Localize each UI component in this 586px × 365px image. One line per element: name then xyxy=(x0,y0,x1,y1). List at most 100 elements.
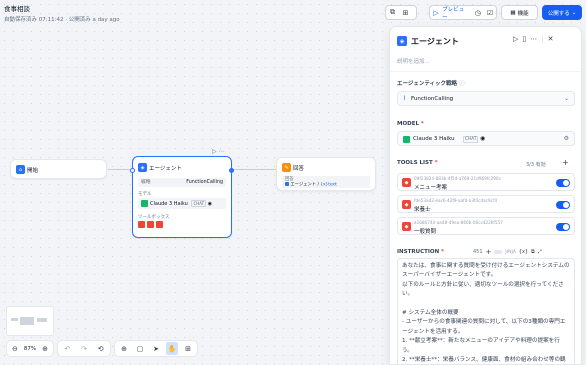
pointer-icon[interactable]: ➤ xyxy=(150,342,162,355)
redo-icon[interactable]: ↷ xyxy=(78,342,91,355)
note-icon[interactable]: ▢ xyxy=(134,342,146,355)
tool-name: 栄養士 xyxy=(414,207,431,213)
conversation-variables-icon[interactable]: ⊞ xyxy=(399,6,412,19)
answer-icon: ✎ xyxy=(282,163,291,172)
grid-icon: ▦ xyxy=(510,9,516,16)
minimap[interactable] xyxy=(6,306,54,336)
tool-icon xyxy=(147,221,154,228)
add-node-icon[interactable]: ⊕ xyxy=(118,342,130,355)
tool-icon xyxy=(156,221,163,228)
instruction-tools: 451 + JINJA {x} ⧉ ⤢ xyxy=(473,248,542,256)
checklist-icon[interactable]: ☑ xyxy=(484,6,496,19)
agent-strategy-row: 戦略 FunctionCalling xyxy=(138,178,226,187)
panel-actions: ▷ ▯ ⋯ | ✕ xyxy=(513,35,553,43)
preview-button[interactable]: プレビュー xyxy=(442,5,468,21)
tool-id: fde53ad2-eac6-42f9-aafd-a3f4cdac9cf4 xyxy=(414,198,498,203)
tool-name: メニュー考案 xyxy=(414,185,448,191)
model-label: MODEL xyxy=(397,121,419,127)
env-toolbar: ⧉ ⊞ xyxy=(385,5,417,20)
agent-icon: ◈ xyxy=(397,36,407,46)
start-node[interactable]: ⌂ 開始 xyxy=(10,159,107,179)
tool-id: a1686744-aa48-49ea-866b-06cc4226f557 xyxy=(414,220,503,225)
output-handle[interactable] xyxy=(229,168,234,173)
answer-reply: 回答 エージェント / {x}text xyxy=(282,176,370,188)
add-tool-icon[interactable]: + xyxy=(562,158,569,167)
history-icon[interactable]: ⟲ xyxy=(94,342,107,355)
tool-item[interactable]: ◆ a1686744-aa48-49ea-866b-06cc4226f557 一… xyxy=(397,217,575,235)
tool-id: 09f23824-883b-4f5d-a769-21d969fc290c xyxy=(414,176,501,181)
zoom-out-icon[interactable]: ⊖ xyxy=(10,342,20,355)
tool-toggle[interactable] xyxy=(556,201,570,209)
char-count: 451 xyxy=(473,249,483,255)
tool-icon: ◆ xyxy=(402,178,411,187)
app-header: 食事相談 自動保存済み 07:11:42 · 公開済み a day ago xyxy=(4,3,120,23)
play-icon[interactable]: ▷ xyxy=(430,6,442,19)
strategy-value: FunctionCalling xyxy=(411,96,454,102)
expand-icon[interactable]: ⤢ xyxy=(538,249,542,255)
tool-icon xyxy=(138,221,145,228)
copy-icon[interactable]: ⧉ xyxy=(531,249,535,255)
tool-item[interactable]: ◆ 09f23824-883b-4f5d-a769-21d969fc290c メ… xyxy=(397,173,575,191)
tool-name: 一般質問 xyxy=(414,229,437,235)
hand-icon[interactable]: ✋ xyxy=(166,342,178,355)
jinja-toggle[interactable] xyxy=(494,250,503,254)
features-button[interactable]: ▦ 機能 xyxy=(501,5,538,20)
tools-count: 3/3 有効 xyxy=(526,162,546,168)
home-icon: ⌂ xyxy=(16,165,25,174)
layout-icon[interactable]: ⊞ xyxy=(182,342,194,355)
panel-title[interactable]: エージェント xyxy=(411,36,459,47)
model-name: Claude 3 Haiku xyxy=(150,201,188,207)
more-icon[interactable]: ⋯ xyxy=(219,148,227,155)
zoom-in-icon[interactable]: ⊕ xyxy=(40,342,50,355)
answer-node-title: 回答 xyxy=(293,165,305,172)
agent-icon: ◈ xyxy=(138,163,147,172)
tool-toggle[interactable] xyxy=(556,223,570,231)
toolbox-label: ツールボックス xyxy=(138,215,170,220)
publish-button[interactable]: 公開する ⌄ xyxy=(542,5,582,20)
close-icon[interactable]: ✕ xyxy=(548,35,554,43)
run-icon[interactable]: ▷ xyxy=(513,35,518,43)
insert-variable-icon[interactable]: + xyxy=(486,248,492,256)
variable-node-icon xyxy=(285,182,289,186)
answer-node[interactable]: ✎ 回答 回答 エージェント / {x}text xyxy=(276,157,376,191)
docs-icon[interactable]: ▯ xyxy=(522,35,526,43)
tools-label: TOOLS LIST xyxy=(397,160,433,166)
input-handle[interactable] xyxy=(130,168,135,173)
chevron-down-icon: ⌄ xyxy=(563,95,569,102)
node-config-panel: ◈ エージェント ▷ ▯ ⋯ | ✕ 説明を追加... エージェンティック戦略 … xyxy=(389,26,582,365)
settings-icon[interactable]: ⚙ xyxy=(564,135,569,142)
minimap-node xyxy=(37,318,47,322)
model-select[interactable]: Claude 3 Haiku CHAT ◉ ⚙ xyxy=(397,131,575,146)
eye-icon: ◉ xyxy=(480,135,486,142)
tool-toggle[interactable] xyxy=(556,179,570,187)
history-icon[interactable]: ◷ xyxy=(472,6,484,19)
app-title: 食事相談 xyxy=(4,5,30,13)
zoom-control: ⊖ 87% ⊕ xyxy=(6,340,54,357)
divider xyxy=(390,71,581,72)
strategy-value: FunctionCalling xyxy=(186,180,223,185)
model-tag: CHAT xyxy=(463,136,479,143)
strategy-label: 戦略 xyxy=(141,180,151,185)
more-icon[interactable]: ⋯ xyxy=(530,35,537,43)
minimap-node xyxy=(11,318,18,321)
zoom-level[interactable]: 87% xyxy=(24,346,36,352)
run-node-icon[interactable]: ▷ xyxy=(212,148,219,155)
model-label: モデル xyxy=(138,192,152,197)
env-variables-icon[interactable]: ⧉ xyxy=(386,6,399,19)
model-tag: CHAT xyxy=(191,200,207,207)
description-input[interactable]: 説明を追加... xyxy=(397,57,430,65)
instruction-label: INSTRUCTION xyxy=(397,249,440,255)
toolbox-icons xyxy=(138,221,163,228)
jinja-label: JINJA xyxy=(505,249,516,255)
instruction-editor[interactable]: あなたは、食事に関する質問を受け付けるエージェントシステムのスーパーバイザーエー… xyxy=(397,258,575,364)
tool-item[interactable]: ◆ fde53ad2-eac6-42f9-aafd-a3f4cdac9cf4 栄… xyxy=(397,195,575,213)
preview-toolbar: ▷ プレビュー ◷ ☑ xyxy=(429,5,497,21)
history-control: ↶ ↷ ⟲ xyxy=(57,340,111,357)
undo-icon[interactable]: ↶ xyxy=(61,342,74,355)
tool-icon: ◆ xyxy=(402,200,411,209)
strategy-icon: ⌇ xyxy=(403,95,406,102)
strategy-select[interactable]: ⌇ FunctionCalling ⌄ xyxy=(397,91,575,106)
variable-icon[interactable]: {x} xyxy=(519,249,528,255)
save-status: 自動保存済み 07:11:42 · 公開済み a day ago xyxy=(4,17,120,23)
agent-node[interactable]: ◈ エージェント 戦略 FunctionCalling モデル Claude 3 … xyxy=(130,156,234,238)
